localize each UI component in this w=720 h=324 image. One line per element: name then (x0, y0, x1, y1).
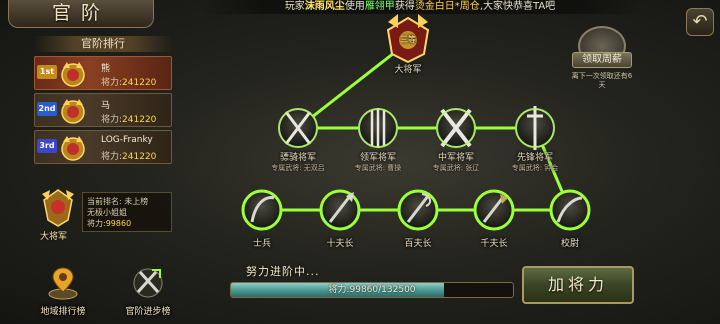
node-mid-3-label: 中军将军 (437, 153, 474, 163)
progress-title: 努力进阶中... (246, 265, 320, 278)
claim-weekly-salary-button[interactable]: 领取周薪 (572, 52, 632, 68)
node-mid-1-label: 骠骑将军 (279, 153, 316, 163)
node-bottom-5-label: 校尉 (560, 239, 579, 249)
node-mid-4-sub: 专属武将: 钟会 (511, 164, 559, 172)
node-bottom-2[interactable] (319, 189, 361, 231)
node-top-label: 大将军 (394, 65, 422, 75)
node-bottom-5[interactable] (549, 189, 591, 231)
node-bottom-3-label: 百夫长 (404, 239, 432, 249)
node-bottom-3[interactable] (397, 189, 439, 231)
node-mid-4-label: 先锋将军 (516, 153, 553, 163)
node-mid-2-label: 领军将军 (359, 153, 396, 163)
node-mid-3-sub: 专属武将: 张辽 (432, 164, 480, 172)
node-top-badge: 三等 (400, 35, 416, 44)
node-bottom-4[interactable] (473, 189, 515, 231)
power-progress-text: 将力:99860/132500 (328, 285, 416, 295)
node-mid-1-sub: 专属武将: 无双吕 (271, 164, 325, 172)
node-bottom-1[interactable] (241, 189, 283, 231)
node-mid-2-sub: 专属武将: 曹操 (354, 164, 402, 172)
node-mid-2[interactable] (358, 108, 398, 148)
node-bottom-2-label: 十夫长 (326, 239, 354, 249)
node-mid-1[interactable] (278, 108, 318, 148)
node-mid-3[interactable] (436, 108, 476, 148)
node-bottom-4-label: 千夫长 (480, 239, 508, 249)
power-progress-bar: 将力:99860/132500 (230, 282, 514, 298)
node-mid-4[interactable] (515, 106, 555, 150)
reward-countdown: 离下一次领取还有6天 (571, 72, 633, 89)
add-power-button[interactable]: 加将力 (522, 266, 634, 304)
node-bottom-1-label: 士兵 (252, 239, 271, 249)
